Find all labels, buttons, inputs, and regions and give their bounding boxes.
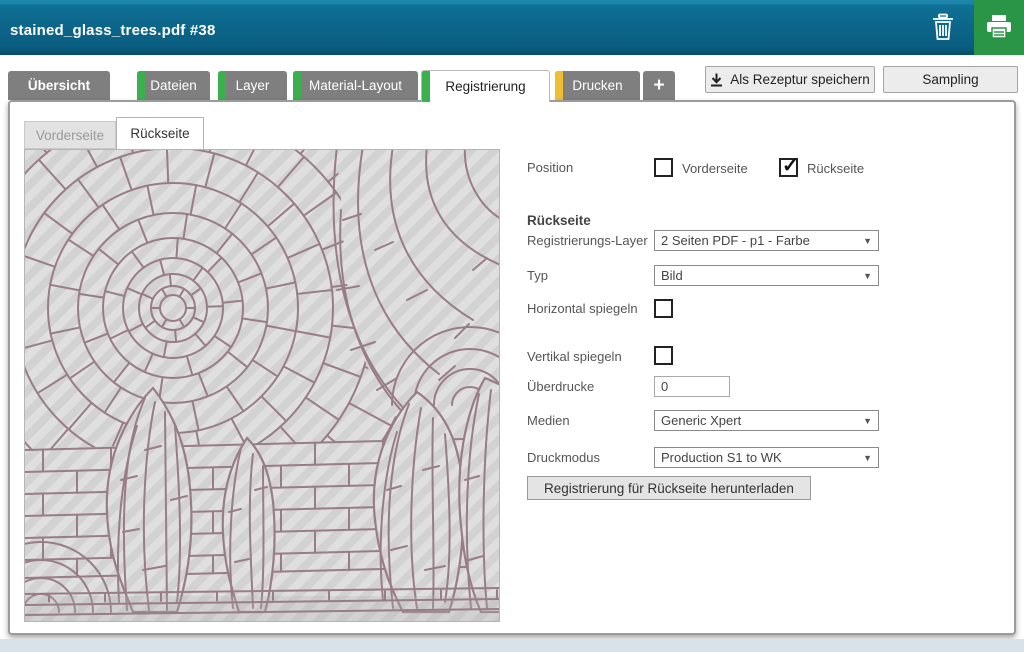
select-value: Production S1 to WK	[661, 450, 782, 465]
chevron-down-icon: ▼	[863, 271, 872, 281]
horizontal-spiegeln-label: Horizontal spiegeln	[527, 301, 639, 316]
printer-icon	[984, 14, 1014, 42]
title-bar: stained_glass_trees.pdf #38	[0, 0, 1024, 55]
registrierungs-layer-select[interactable]: 2 Seiten PDF - p1 - Farbe ▼	[654, 230, 879, 251]
tab-label: Übersicht	[28, 78, 90, 93]
registration-panel: Vorderseite Rückseite Position Vordersei…	[8, 100, 1016, 635]
typ-label: Typ	[527, 268, 548, 283]
subtab-label: Vorderseite	[36, 128, 104, 143]
artwork-preview	[24, 149, 500, 622]
status-stripe	[555, 71, 563, 100]
position-label: Position	[527, 160, 573, 175]
medien-select[interactable]: Generic Xpert ▼	[654, 410, 879, 431]
document-title: stained_glass_trees.pdf #38	[10, 22, 216, 39]
page-bottom-strip	[0, 639, 1024, 652]
print-button[interactable]	[974, 0, 1024, 55]
subtab-rueckseite[interactable]: Rückseite	[116, 117, 204, 149]
tab-material-layout[interactable]: Material-Layout	[293, 71, 418, 100]
download-icon	[710, 73, 723, 87]
ueberdrucke-input[interactable]	[654, 376, 730, 397]
tab-label: Layer	[236, 78, 270, 93]
sampling-button[interactable]: Sampling	[883, 66, 1018, 93]
medien-label: Medien	[527, 413, 570, 428]
save-recipe-label: Als Rezeptur speichern	[730, 72, 870, 87]
sampling-label: Sampling	[922, 72, 978, 87]
position-rueckseite-label: Rückseite	[807, 161, 864, 176]
download-registration-button[interactable]: Registrierung für Rückseite herunterlade…	[527, 476, 811, 500]
ueberdrucke-label: Überdrucke	[527, 379, 594, 394]
subtab-label: Rückseite	[130, 126, 189, 141]
select-value: Bild	[661, 268, 683, 283]
plus-icon: +	[653, 75, 664, 97]
subtab-vorderseite[interactable]: Vorderseite	[24, 121, 116, 149]
save-recipe-button[interactable]: Als Rezeptur speichern	[705, 66, 875, 93]
app-window: stained_glass_trees.pdf #38	[0, 0, 1024, 652]
tab-label: Material-Layout	[309, 78, 402, 93]
status-stripe	[293, 71, 301, 100]
tab-uebersicht[interactable]: Übersicht	[8, 71, 110, 100]
chevron-down-icon: ▼	[863, 236, 872, 246]
horizontal-spiegeln-checkbox[interactable]	[654, 299, 673, 318]
check-icon: ✓	[782, 155, 799, 177]
stained-glass-artwork	[25, 150, 499, 621]
tab-layer[interactable]: Layer	[218, 71, 287, 100]
add-tab-button[interactable]: +	[643, 71, 675, 100]
tab-dateien[interactable]: Dateien	[137, 71, 210, 100]
registrierungs-layer-label: Registrierungs-Layer	[527, 233, 648, 248]
status-stripe	[218, 71, 226, 100]
status-stripe	[137, 71, 145, 100]
druckmodus-select[interactable]: Production S1 to WK ▼	[654, 447, 879, 468]
chevron-down-icon: ▼	[863, 416, 872, 426]
delete-button[interactable]	[928, 13, 958, 43]
trash-icon	[930, 13, 956, 41]
typ-select[interactable]: Bild ▼	[654, 265, 879, 286]
section-heading: Rückseite	[527, 213, 591, 228]
position-vorderseite-label: Vorderseite	[682, 161, 748, 176]
chevron-down-icon: ▼	[863, 453, 872, 463]
position-rueckseite-checkbox[interactable]: ✓	[779, 158, 798, 177]
select-value: Generic Xpert	[661, 413, 741, 428]
position-vorderseite-checkbox[interactable]	[654, 158, 673, 177]
druckmodus-label: Druckmodus	[527, 450, 600, 465]
tab-drucken[interactable]: Drucken	[555, 71, 640, 100]
tab-registrierung[interactable]: Registrierung	[421, 70, 550, 102]
select-value: 2 Seiten PDF - p1 - Farbe	[661, 233, 810, 248]
vertikal-spiegeln-label: Vertikal spiegeln	[527, 349, 622, 364]
tab-label: Registrierung	[445, 79, 525, 94]
status-stripe	[422, 71, 430, 102]
tab-label: Drucken	[572, 78, 622, 93]
vertikal-spiegeln-checkbox[interactable]	[654, 346, 673, 365]
tab-label: Dateien	[150, 78, 197, 93]
